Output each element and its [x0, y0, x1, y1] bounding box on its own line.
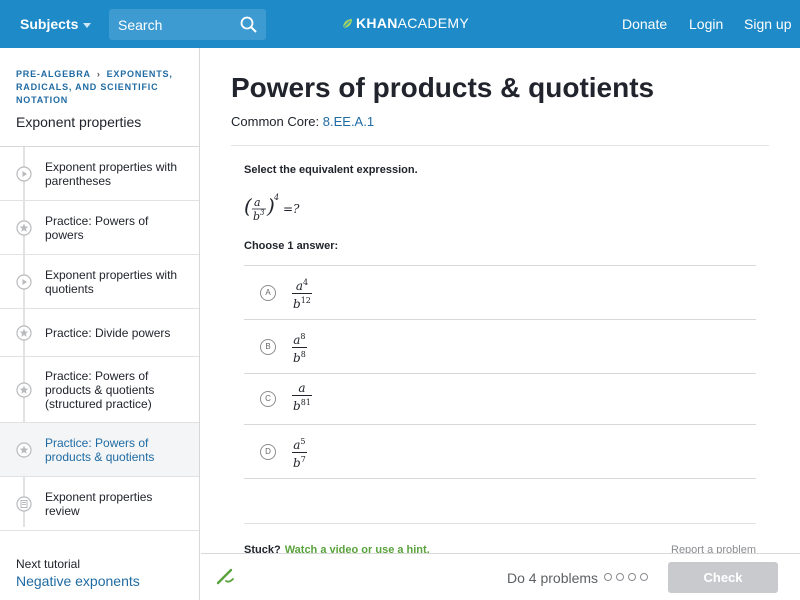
top-nav-bar: Subjects Search KHAN ACADEMY Donate Login…: [0, 0, 800, 48]
numerator-exponent: 8: [300, 332, 306, 341]
tutorial-items: Exponent properties with parentheses Pra…: [0, 147, 199, 531]
divider: [231, 145, 769, 146]
page-title: Powers of products & quotients: [231, 72, 655, 103]
common-core-label: Common Core:: [231, 114, 320, 129]
sidebar-item-label: Practice: Powers of products & quotients: [45, 436, 155, 464]
sidebar-item-label: Practice: Powers of products & quotients…: [45, 369, 155, 411]
breadcrumb-pre-algebra[interactable]: PRE-ALGEBRA: [16, 69, 91, 79]
sidebar-item-exponent-properties-quotients[interactable]: Exponent properties with quotients: [0, 255, 199, 309]
numerator-exponent: 5: [300, 437, 306, 446]
answer-choices: A a4 b12 B a8 b8 C a b81 D a5 b7: [244, 265, 756, 479]
numerator-exponent: 4: [302, 278, 309, 287]
denominator-exponent: 81: [300, 398, 311, 407]
progress-dot: [628, 573, 636, 581]
article-icon: [16, 496, 32, 512]
search-icon[interactable]: [240, 16, 257, 33]
exercise-footer: Do 4 problems Check: [201, 553, 800, 600]
choice-radio[interactable]: A: [260, 285, 276, 301]
answer-choice-b[interactable]: B a8 b8: [244, 320, 756, 374]
denominator: b: [293, 399, 301, 413]
sidebar-item-practice-divide-powers[interactable]: Practice: Divide powers: [0, 309, 199, 357]
sidebar-item-exponent-properties-review[interactable]: Exponent properties review: [0, 477, 199, 531]
choice-fraction: a5 b7: [292, 435, 307, 470]
logo-text-bold: KHAN: [356, 15, 398, 31]
sidebar: PRE-ALGEBRA › EXPONENTS, RADICALS, AND SCI…: [0, 48, 200, 600]
denominator-exponent: 7: [300, 455, 306, 464]
denominator-exponent: 8: [300, 350, 306, 359]
progress-dots: [604, 573, 648, 581]
check-button[interactable]: Check: [668, 562, 778, 593]
numerator: a: [295, 279, 303, 293]
chevron-down-icon: [83, 22, 92, 28]
progress-dot: [616, 573, 624, 581]
chevron-right-icon: ›: [96, 69, 101, 79]
sidebar-item-practice-powers-products-quotients[interactable]: Practice: Powers of products & quotients: [0, 423, 199, 477]
common-core-code-link[interactable]: 8.EE.A.1: [323, 114, 374, 129]
sidebar-item-label: Exponent properties with parentheses: [45, 160, 178, 188]
sidebar-item-practice-structured[interactable]: Practice: Powers of products & quotients…: [0, 357, 199, 423]
svg-text:b: b: [253, 210, 260, 223]
sidebar-item-label: Exponent properties with quotients: [45, 268, 178, 296]
denominator-exponent: 12: [300, 296, 311, 305]
choice-fraction: a b81: [292, 382, 312, 413]
tutorial-title: Exponent properties: [16, 114, 142, 130]
next-tutorial-label: Next tutorial: [16, 557, 81, 571]
signup-link[interactable]: Sign up: [744, 16, 791, 32]
divider: [244, 523, 756, 524]
numerator: a: [298, 381, 306, 395]
choice-radio[interactable]: C: [260, 391, 276, 407]
play-icon: [16, 166, 32, 182]
breadcrumb: PRE-ALGEBRA › EXPONENTS, RADICALS, AND SCI…: [16, 68, 191, 107]
do-problems-label: Do 4 problems: [507, 570, 599, 586]
subjects-label: Subjects: [20, 16, 79, 32]
login-link[interactable]: Login: [689, 16, 723, 32]
khan-academy-logo[interactable]: KHAN ACADEMY: [342, 15, 469, 31]
svg-text:4: 4: [273, 193, 279, 202]
progress-dot: [604, 573, 612, 581]
scratchpad-icon[interactable]: [215, 566, 235, 586]
star-icon: [16, 220, 32, 236]
common-core-standard: Common Core: 8.EE.A.1: [231, 114, 374, 129]
choice-fraction: a8 b8: [292, 330, 307, 365]
question-prompt: Select the equivalent expression.: [244, 164, 418, 176]
next-tutorial-link[interactable]: Negative exponents: [16, 573, 140, 589]
sidebar-item-label: Practice: Divide powers: [45, 326, 171, 340]
leaf-icon: [342, 18, 352, 28]
choose-answer-label: Choose 1 answer:: [244, 240, 339, 252]
svg-text:(: (: [244, 194, 253, 218]
choice-radio[interactable]: B: [260, 339, 276, 355]
question-expression: ( a b 3 ) 4 =?: [244, 193, 300, 223]
svg-text:a: a: [254, 196, 261, 209]
search-placeholder: Search: [118, 17, 163, 33]
sidebar-item-label: Exponent properties review: [45, 490, 153, 518]
denominator: b: [293, 456, 301, 470]
denominator: b: [293, 297, 301, 311]
play-icon: [16, 274, 32, 290]
choice-fraction: a4 b12: [292, 276, 312, 311]
answer-choice-a[interactable]: A a4 b12: [244, 266, 756, 320]
sidebar-item-exponent-properties-parentheses[interactable]: Exponent properties with parentheses: [0, 147, 199, 201]
star-icon: [16, 325, 32, 341]
svg-text:3: 3: [260, 209, 265, 217]
progress-dot: [640, 573, 648, 581]
search-input[interactable]: Search: [109, 9, 266, 40]
svg-text:=?: =?: [283, 202, 300, 216]
star-icon: [16, 442, 32, 458]
answer-choice-c[interactable]: C a b81: [244, 374, 756, 425]
sidebar-item-label: Practice: Powers of powers: [45, 214, 149, 242]
donate-link[interactable]: Donate: [622, 16, 667, 32]
sidebar-item-practice-powers-of-powers[interactable]: Practice: Powers of powers: [0, 201, 199, 255]
choice-radio[interactable]: D: [260, 444, 276, 460]
star-icon: [16, 382, 32, 398]
subjects-menu[interactable]: Subjects: [20, 16, 92, 32]
logo-text-light: ACADEMY: [397, 15, 469, 31]
answer-choice-d[interactable]: D a5 b7: [244, 425, 756, 479]
denominator: b: [293, 351, 301, 365]
